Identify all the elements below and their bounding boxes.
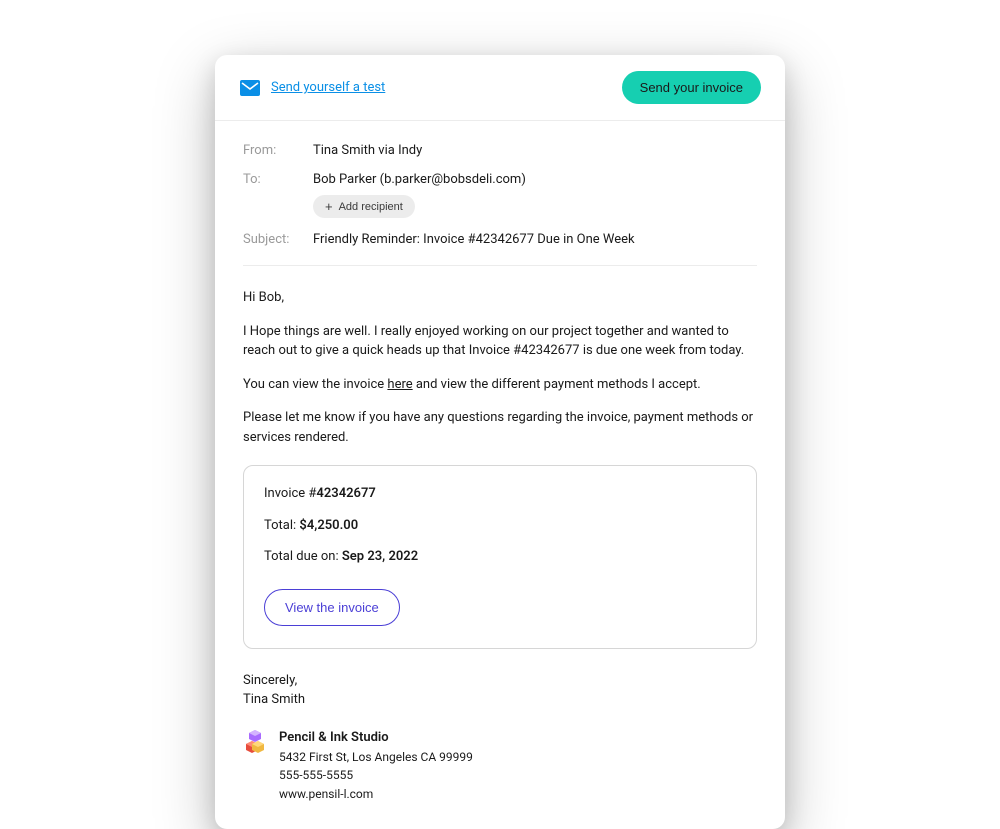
sign-off: Sincerely, Tina Smith bbox=[243, 671, 757, 710]
body-para-2: You can view the invoice here and view t… bbox=[243, 375, 757, 395]
from-value: Tina Smith via Indy bbox=[313, 143, 422, 158]
from-label: From: bbox=[243, 143, 313, 158]
company-block: Pencil & Ink Studio 5432 First St, Los A… bbox=[243, 728, 757, 804]
invoice-due-value: Sep 23, 2022 bbox=[342, 549, 418, 564]
test-link-group: Send yourself a test bbox=[239, 79, 385, 97]
company-website: www.pensil-l.com bbox=[279, 785, 473, 804]
to-row: To: Bob Parker (b.parker@bobsdeli.com) +… bbox=[243, 172, 757, 218]
company-address: 5432 First St, Los Angeles CA 99999 bbox=[279, 748, 473, 767]
subject-row: Subject: Friendly Reminder: Invoice #423… bbox=[243, 232, 757, 247]
body-para-2-after: and view the different payment methods I… bbox=[413, 377, 701, 392]
invoice-total-value: $4,250.00 bbox=[299, 518, 358, 533]
body-para-2-before: You can view the invoice bbox=[243, 377, 387, 392]
subject-label: Subject: bbox=[243, 232, 313, 247]
send-invoice-button[interactable]: Send your invoice bbox=[622, 71, 761, 104]
email-body: Hi Bob, I Hope things are well. I really… bbox=[215, 266, 785, 829]
add-recipient-label: Add recipient bbox=[339, 201, 403, 213]
subject-value: Friendly Reminder: Invoice #42342677 Due… bbox=[313, 232, 635, 247]
invoice-number-label: Invoice # bbox=[264, 486, 316, 501]
invoice-summary-box: Invoice #42342677 Total: $4,250.00 Total… bbox=[243, 465, 757, 649]
invoice-due-line: Total due on: Sep 23, 2022 bbox=[264, 547, 736, 567]
invoice-number-line: Invoice #42342677 bbox=[264, 484, 736, 504]
plus-icon: + bbox=[325, 200, 333, 213]
invoice-total-label: Total: bbox=[264, 518, 299, 533]
add-recipient-button[interactable]: + Add recipient bbox=[313, 195, 415, 218]
from-row: From: Tina Smith via Indy bbox=[243, 143, 757, 158]
invoice-due-label: Total due on: bbox=[264, 549, 342, 564]
to-label: To: bbox=[243, 172, 313, 187]
company-logo-icon bbox=[243, 730, 267, 754]
header-bar: Send yourself a test Send your invoice bbox=[215, 55, 785, 121]
greeting: Hi Bob, bbox=[243, 288, 757, 308]
company-name: Pencil & Ink Studio bbox=[279, 728, 473, 748]
body-para-1: I Hope things are well. I really enjoyed… bbox=[243, 322, 757, 361]
invoice-here-link[interactable]: here bbox=[387, 377, 412, 392]
invoice-total-line: Total: $4,250.00 bbox=[264, 516, 736, 536]
invoice-number-value: 42342677 bbox=[316, 486, 375, 501]
invoice-email-card: Send yourself a test Send your invoice F… bbox=[215, 55, 785, 829]
company-phone: 555-555-5555 bbox=[279, 766, 473, 785]
mail-icon bbox=[239, 79, 261, 97]
body-para-3: Please let me know if you have any quest… bbox=[243, 408, 757, 447]
closing: Sincerely, bbox=[243, 671, 757, 691]
view-invoice-button[interactable]: View the invoice bbox=[264, 589, 400, 626]
send-test-link[interactable]: Send yourself a test bbox=[271, 80, 385, 95]
email-fields: From: Tina Smith via Indy To: Bob Parker… bbox=[215, 121, 785, 247]
to-value: Bob Parker (b.parker@bobsdeli.com) bbox=[313, 172, 526, 187]
company-info: Pencil & Ink Studio 5432 First St, Los A… bbox=[279, 728, 473, 804]
signer-name: Tina Smith bbox=[243, 690, 757, 710]
